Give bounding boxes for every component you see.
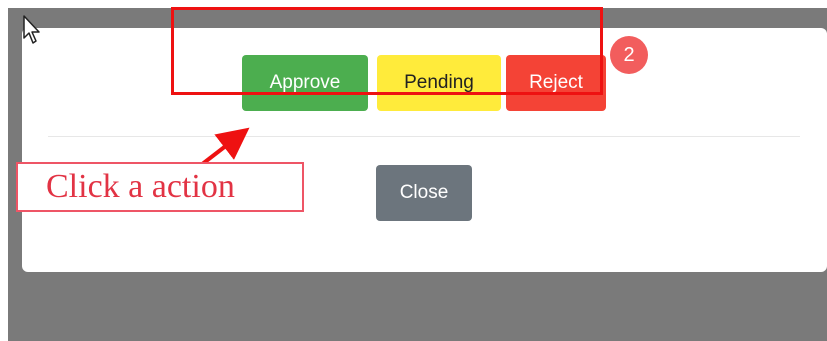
close-button[interactable]: Close bbox=[376, 165, 472, 221]
action-modal: Approve Pending Reject Close bbox=[22, 28, 827, 272]
approve-button[interactable]: Approve bbox=[242, 55, 368, 111]
modal-divider bbox=[48, 136, 800, 137]
step-number-badge: 2 bbox=[610, 36, 648, 74]
mouse-pointer-icon bbox=[23, 15, 40, 44]
callout-label: Click a action bbox=[16, 162, 304, 212]
pending-button[interactable]: Pending bbox=[377, 55, 501, 111]
reject-button[interactable]: Reject bbox=[506, 55, 606, 111]
